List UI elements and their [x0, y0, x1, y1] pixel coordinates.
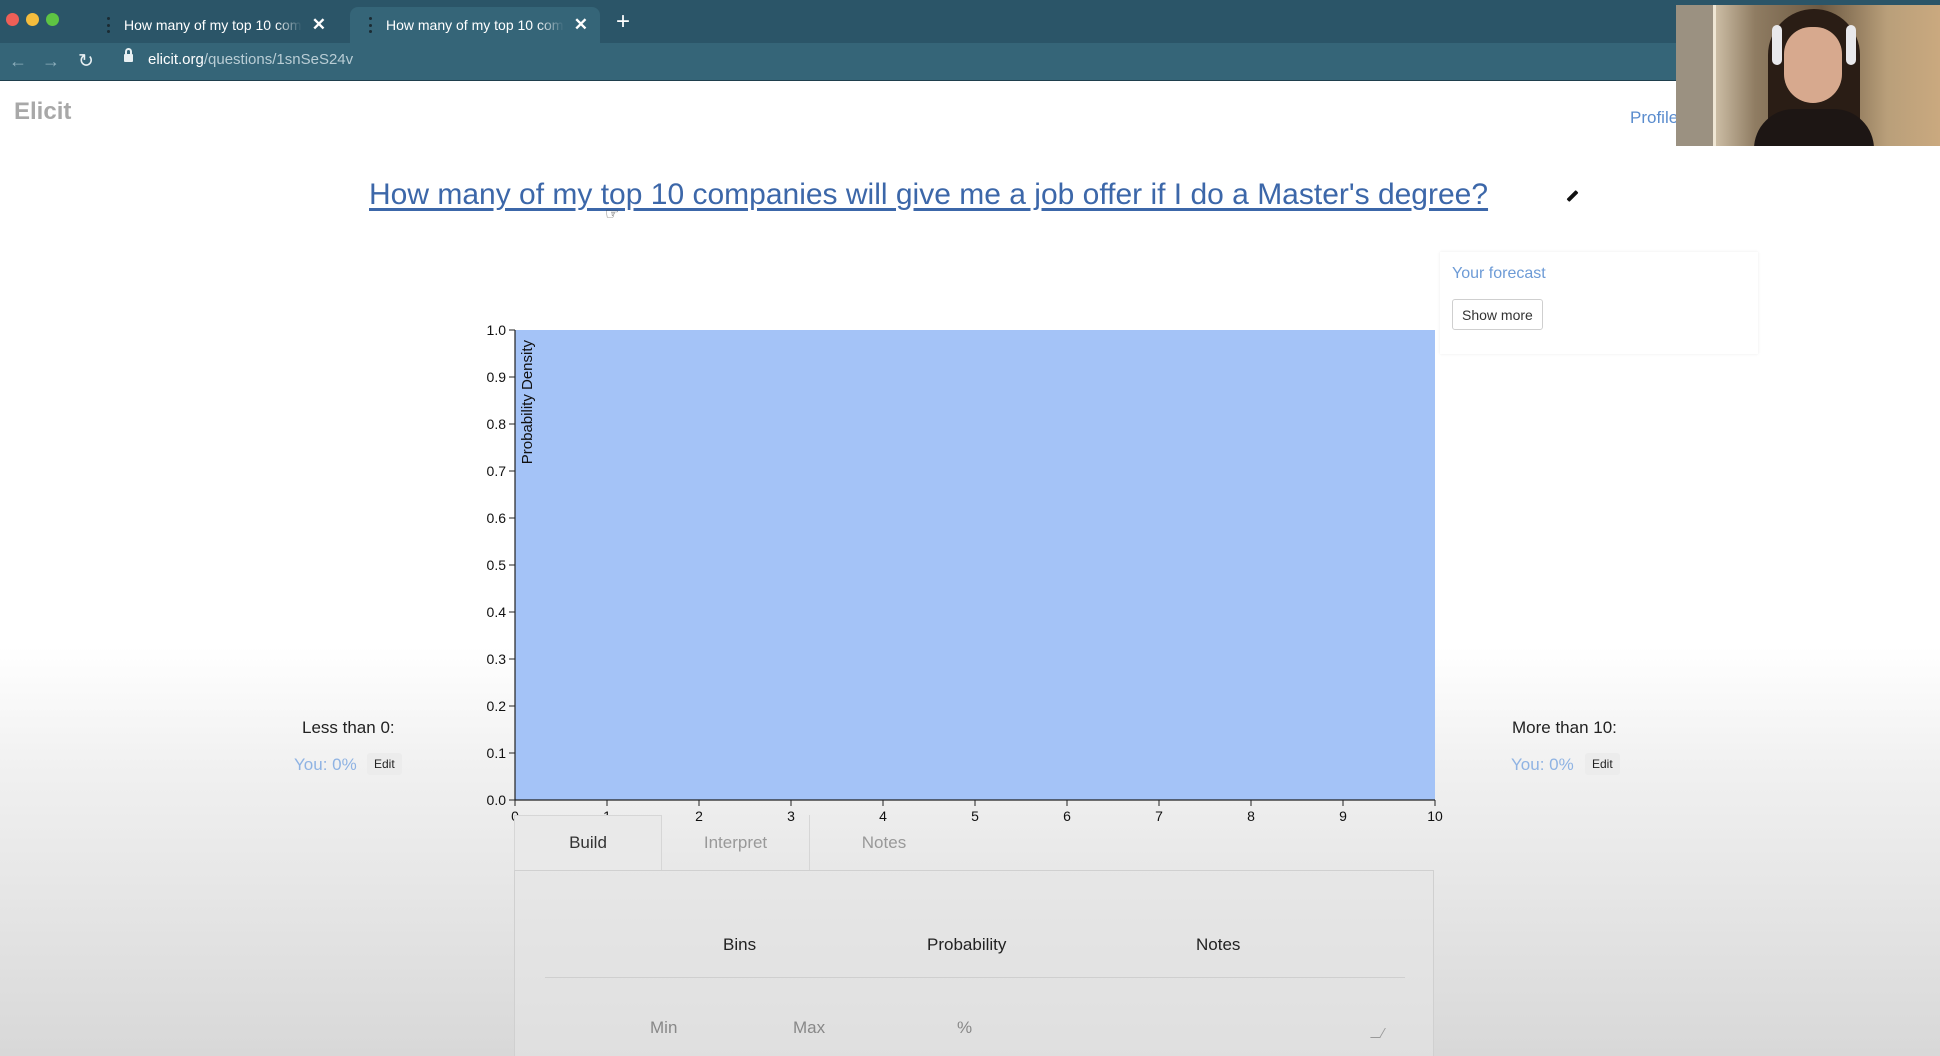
browser-tab-title: How many of my top 10 compa — [124, 17, 302, 33]
url-path: /questions/1snSeS24v — [203, 51, 354, 68]
y-tick-label: 0.2 — [487, 698, 507, 714]
max-input[interactable]: Max — [793, 1018, 825, 1038]
less-than-value: You: 0% — [294, 755, 357, 774]
lock-icon — [124, 48, 133, 62]
webcam-video-overlay — [1676, 5, 1940, 146]
question-title[interactable]: How many of my top 10 companies will giv… — [369, 178, 1488, 212]
y-axis-label: Probability Density — [519, 340, 536, 465]
y-tick-label: 0.3 — [487, 651, 507, 667]
less-than-label: Less than 0: — [302, 718, 395, 737]
y-tick-label: 0.8 — [487, 416, 507, 432]
minimize-window-icon[interactable] — [26, 13, 39, 26]
url-host: elicit.org — [148, 51, 204, 68]
new-tab-button[interactable]: + — [616, 8, 630, 36]
headphones-icon — [1846, 25, 1856, 65]
density-area-series — [515, 330, 1435, 800]
y-tick-label: 0.5 — [487, 557, 507, 573]
y-tick-label: 0.7 — [487, 463, 507, 479]
hand-cursor-icon: ☞ — [605, 206, 620, 223]
y-tick-label: 0.4 — [487, 604, 507, 620]
headphones-icon — [1772, 25, 1782, 65]
profile-link[interactable]: Profile — [1630, 108, 1678, 128]
more-than-label: More than 10: — [1512, 718, 1617, 737]
back-arrow-icon[interactable]: ← — [9, 51, 27, 72]
bins-column-header: Bins — [723, 935, 757, 954]
y-tick-label: 0.1 — [487, 745, 507, 761]
forecast-panel: Your forecast Show more — [1440, 252, 1758, 354]
close-window-icon[interactable] — [6, 13, 19, 26]
build-section: Build Interpret Notes Bins Probability N… — [514, 815, 1434, 1056]
maximize-window-icon[interactable] — [46, 13, 59, 26]
y-tick-label: 0.6 — [487, 510, 507, 526]
header-divider — [545, 977, 1405, 978]
browser-tab-1[interactable]: How many of my top 10 compa ✕ — [88, 7, 338, 43]
webcam-background — [1676, 5, 1716, 146]
webcam-person-face — [1784, 27, 1842, 103]
show-more-button[interactable]: Show more — [1452, 299, 1543, 330]
probability-column-header: Probability — [927, 935, 1007, 954]
notes-column-header: Notes — [1196, 935, 1241, 954]
browser-tab-bar: How many of my top 10 compa ✕ How many o… — [0, 0, 1940, 43]
url-field[interactable]: elicit.org/questions/1snSeS24v — [148, 51, 353, 68]
probability-density-chart[interactable]: 0.00.10.20.30.40.50.60.70.80.91.00123456… — [460, 242, 1460, 842]
screen: How many of my top 10 compa ✕ How many o… — [0, 0, 1940, 1056]
edit-pencil-icon[interactable] — [1566, 189, 1579, 203]
notes-resize-handle-icon[interactable] — [1370, 1028, 1386, 1038]
elicit-favicon-icon — [364, 17, 376, 33]
more-than-edit-button[interactable]: Edit — [1585, 753, 1620, 775]
tab-build[interactable]: Build — [514, 815, 662, 870]
tab-notes[interactable]: Notes — [810, 815, 958, 870]
elicit-logo[interactable]: Elicit — [14, 98, 71, 126]
more-than-value: You: 0% — [1511, 755, 1574, 774]
forward-arrow-icon[interactable]: → — [42, 51, 60, 72]
y-tick-label: 0.9 — [487, 369, 507, 385]
y-tick-label: 0.0 — [487, 792, 507, 808]
build-panel: Bins Probability Notes Min Max % — [514, 870, 1434, 1056]
forecast-legend-label: Your forecast — [1452, 265, 1546, 282]
percent-input[interactable]: % — [957, 1018, 972, 1038]
browser-tab-title: How many of my top 10 compa — [386, 17, 564, 33]
min-input[interactable]: Min — [650, 1018, 677, 1038]
browser-tab-2[interactable]: How many of my top 10 compa ✕ — [350, 7, 600, 43]
page-content: Elicit Profile How many of my top 10 com… — [0, 82, 1940, 1056]
close-tab-icon[interactable]: ✕ — [574, 15, 588, 35]
elicit-favicon-icon — [102, 17, 114, 33]
less-than-edit-button[interactable]: Edit — [367, 753, 402, 775]
reload-icon[interactable]: ↻ — [78, 50, 94, 73]
close-tab-icon[interactable]: ✕ — [312, 15, 326, 35]
y-tick-label: 1.0 — [487, 322, 507, 338]
tab-interpret[interactable]: Interpret — [662, 815, 810, 870]
